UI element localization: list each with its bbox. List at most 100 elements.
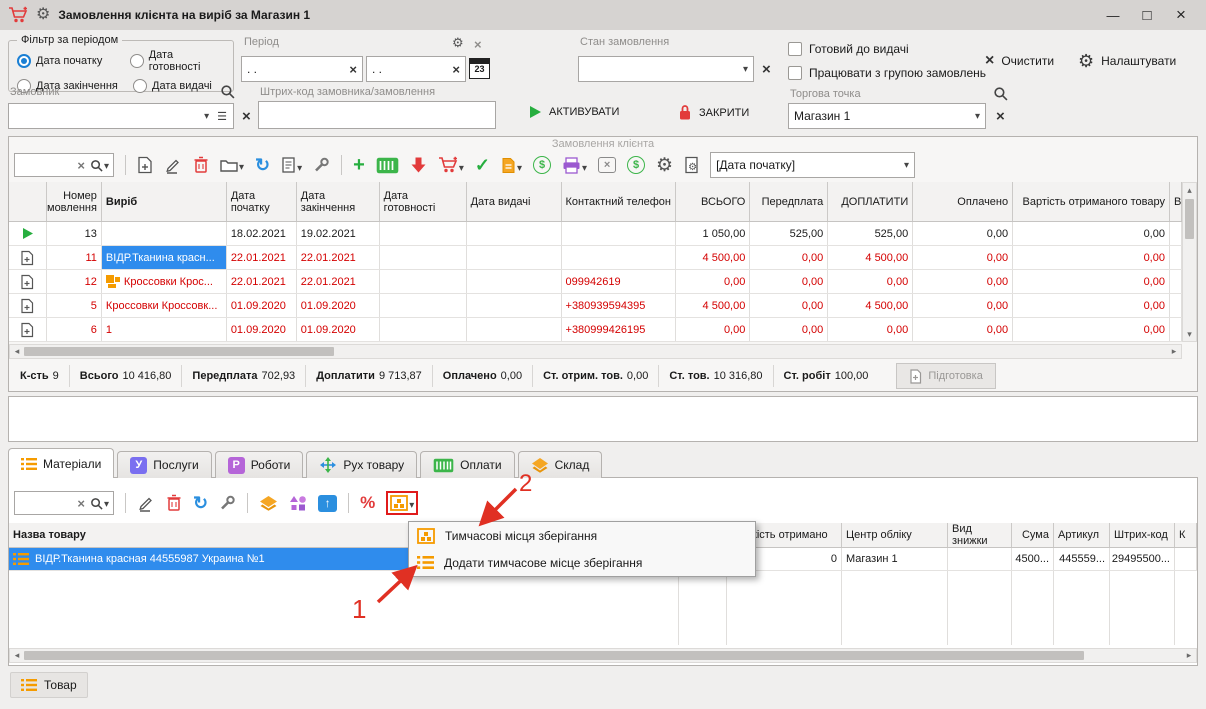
orange-document-icon[interactable]: ▾ [501, 157, 522, 174]
barcode-input[interactable] [263, 108, 491, 122]
period-gear-icon[interactable]: ⚙ [452, 36, 464, 49]
ready-checkbox[interactable] [788, 42, 802, 56]
document-settings-icon[interactable]: ⚙ [684, 156, 699, 174]
materials-hscroll-thumb[interactable] [24, 651, 1084, 660]
col-header-date-ready[interactable]: Дата готовності [380, 182, 467, 221]
col-header-prepay[interactable]: Передплата [750, 182, 828, 221]
delete-icon[interactable] [193, 156, 209, 174]
cart-action-icon[interactable]: ▾ [438, 156, 464, 174]
customer-select[interactable]: ▾ ☰ [8, 103, 234, 129]
col-header-barcode[interactable]: Штрих-код [1110, 523, 1175, 547]
orders-search-box[interactable]: × ▾ [14, 153, 114, 177]
customer-clear-icon[interactable]: × [242, 108, 251, 125]
minimize-button[interactable]: — [1096, 8, 1130, 23]
order-state-clear-icon[interactable]: × [762, 61, 771, 78]
scroll-right-icon[interactable]: ▸ [1167, 345, 1181, 358]
add-order-icon[interactable] [137, 156, 153, 174]
hscroll-thumb[interactable] [24, 347, 334, 356]
col-header-discount[interactable]: Вид знижки [948, 523, 1012, 547]
sort-select[interactable]: [Дата початку] ▾ [710, 152, 915, 178]
configure-button[interactable]: ⚙ Налаштувати [1078, 52, 1176, 70]
tab-payments[interactable]: Оплати [420, 451, 514, 478]
add-item-icon[interactable]: + [353, 154, 365, 177]
preparation-button[interactable]: Підготовка [896, 363, 995, 389]
col-header-date-start[interactable]: Дата початку [227, 182, 297, 221]
download-arrow-icon[interactable] [410, 156, 427, 174]
refresh-materials-icon[interactable]: ↻ [193, 493, 208, 514]
customer-search-icon[interactable] [220, 84, 235, 99]
activate-button[interactable]: АКТИВУВАТИ [528, 105, 619, 119]
money-refresh-icon[interactable]: $ [533, 156, 551, 174]
period-clear-icon[interactable]: × [474, 37, 482, 52]
radio-date-start[interactable] [17, 54, 31, 68]
tools-icon[interactable] [313, 157, 330, 174]
col-header-paid[interactable]: Оплачено [913, 182, 1013, 221]
col-header-num[interactable]: Номер замовлення [47, 182, 102, 221]
col-header-received[interactable]: Вартість отриманого товару [1013, 182, 1170, 221]
orders-search-clear-icon[interactable]: × [77, 158, 85, 173]
scroll-left-icon[interactable]: ◂ [10, 649, 24, 662]
orders-search-icon[interactable]: ▾ [90, 159, 109, 172]
materials-search-box[interactable]: × ▾ [14, 491, 114, 515]
scroll-up-icon[interactable]: ▴ [1183, 183, 1196, 197]
maximize-button[interactable]: □ [1130, 7, 1164, 24]
col-header-date-issue[interactable]: Дата видачі [467, 182, 562, 221]
col-header-phone[interactable]: Контактний телефон [562, 182, 677, 221]
order-row[interactable]: 13 18.02.2021 19.02.2021 1 050,00 525,00… [9, 222, 1182, 246]
calendar-icon[interactable]: 23 [469, 58, 490, 79]
orders-vscrollbar[interactable]: ▴ ▾ [1182, 182, 1197, 342]
trade-point-select[interactable]: Магазин 1 ▾ [788, 103, 986, 129]
col-header-sum[interactable]: Сума [1012, 523, 1054, 547]
tab-materials[interactable]: Матеріали [8, 448, 114, 478]
tab-services[interactable]: У Послуги [117, 451, 211, 478]
order-note-box[interactable] [8, 396, 1198, 442]
orders-search-input[interactable] [19, 158, 72, 172]
close-button[interactable]: × [1164, 5, 1198, 25]
date-to-field[interactable]: . . × [366, 56, 466, 82]
currency-circle-icon[interactable]: $ [627, 156, 645, 174]
customer-list-icon[interactable]: ☰ [217, 110, 228, 123]
vscroll-thumb[interactable] [1185, 199, 1194, 239]
trade-point-search-icon[interactable] [993, 86, 1008, 101]
trade-point-clear-icon[interactable]: × [996, 108, 1005, 125]
radio-date-ready[interactable] [130, 54, 144, 68]
group-checkbox-row[interactable]: Працювати з групою замовлень [788, 66, 986, 80]
col-header-total[interactable]: ВСЬОГО [676, 182, 750, 221]
menu-item-add-storage[interactable]: Додати тимчасове місце зберігання [409, 549, 755, 576]
delete-material-icon[interactable] [166, 494, 182, 512]
cancel-box-icon[interactable]: × [598, 157, 616, 173]
materials-hscrollbar[interactable]: ◂ ▸ [9, 648, 1197, 663]
barcode-field[interactable] [258, 101, 496, 129]
order-state-select[interactable]: ▾ [578, 56, 754, 82]
col-header-sku[interactable]: Артикул [1054, 523, 1110, 547]
col-header-product[interactable]: Виріб [102, 182, 227, 221]
confirm-icon[interactable]: ✓ [475, 155, 490, 176]
date-from-clear-icon[interactable]: × [349, 62, 357, 77]
folder-icon[interactable]: ▾ [220, 158, 244, 173]
order-row[interactable]: 11 ВІДР.Тканина красн... 22.01.2021 22.0… [9, 246, 1182, 270]
materials-search-clear-icon[interactable]: × [77, 496, 85, 511]
tovar-button[interactable]: Товар [10, 672, 88, 698]
col-header-cut[interactable]: К [1175, 523, 1197, 547]
ready-checkbox-row[interactable]: Готовий до видачі [788, 42, 909, 56]
print-icon[interactable]: ▾ [562, 157, 587, 174]
date-to-clear-icon[interactable]: × [452, 62, 460, 77]
col-header-date-end[interactable]: Дата закінчення [297, 182, 380, 221]
scroll-right-icon[interactable]: ▸ [1182, 649, 1196, 662]
materials-search-icon[interactable]: ▾ [90, 497, 109, 510]
layers-icon[interactable] [259, 495, 278, 511]
refresh-icon[interactable]: ↻ [255, 155, 270, 176]
cell-product-selected[interactable]: ВІДР.Тканина красн... [102, 246, 227, 269]
payments-barcode-icon[interactable] [376, 157, 399, 174]
edit-material-icon[interactable] [137, 494, 155, 512]
clear-button[interactable]: × Очистити [985, 52, 1054, 70]
orders-hscrollbar[interactable]: ◂ ▸ [9, 344, 1182, 359]
radio-date-issue[interactable] [133, 79, 147, 93]
gears-icon[interactable]: ⚙ [656, 156, 673, 175]
order-row[interactable]: 6 1 01.09.2020 01.09.2020 +380999426195 … [9, 318, 1182, 342]
scroll-down-icon[interactable]: ▾ [1183, 327, 1196, 341]
menu-item-storage-places[interactable]: Тимчасові місця зберігання [409, 522, 755, 549]
discount-percent-icon[interactable]: % [360, 493, 375, 513]
shapes-icon[interactable] [289, 495, 307, 511]
col-header-icon[interactable] [9, 182, 47, 221]
